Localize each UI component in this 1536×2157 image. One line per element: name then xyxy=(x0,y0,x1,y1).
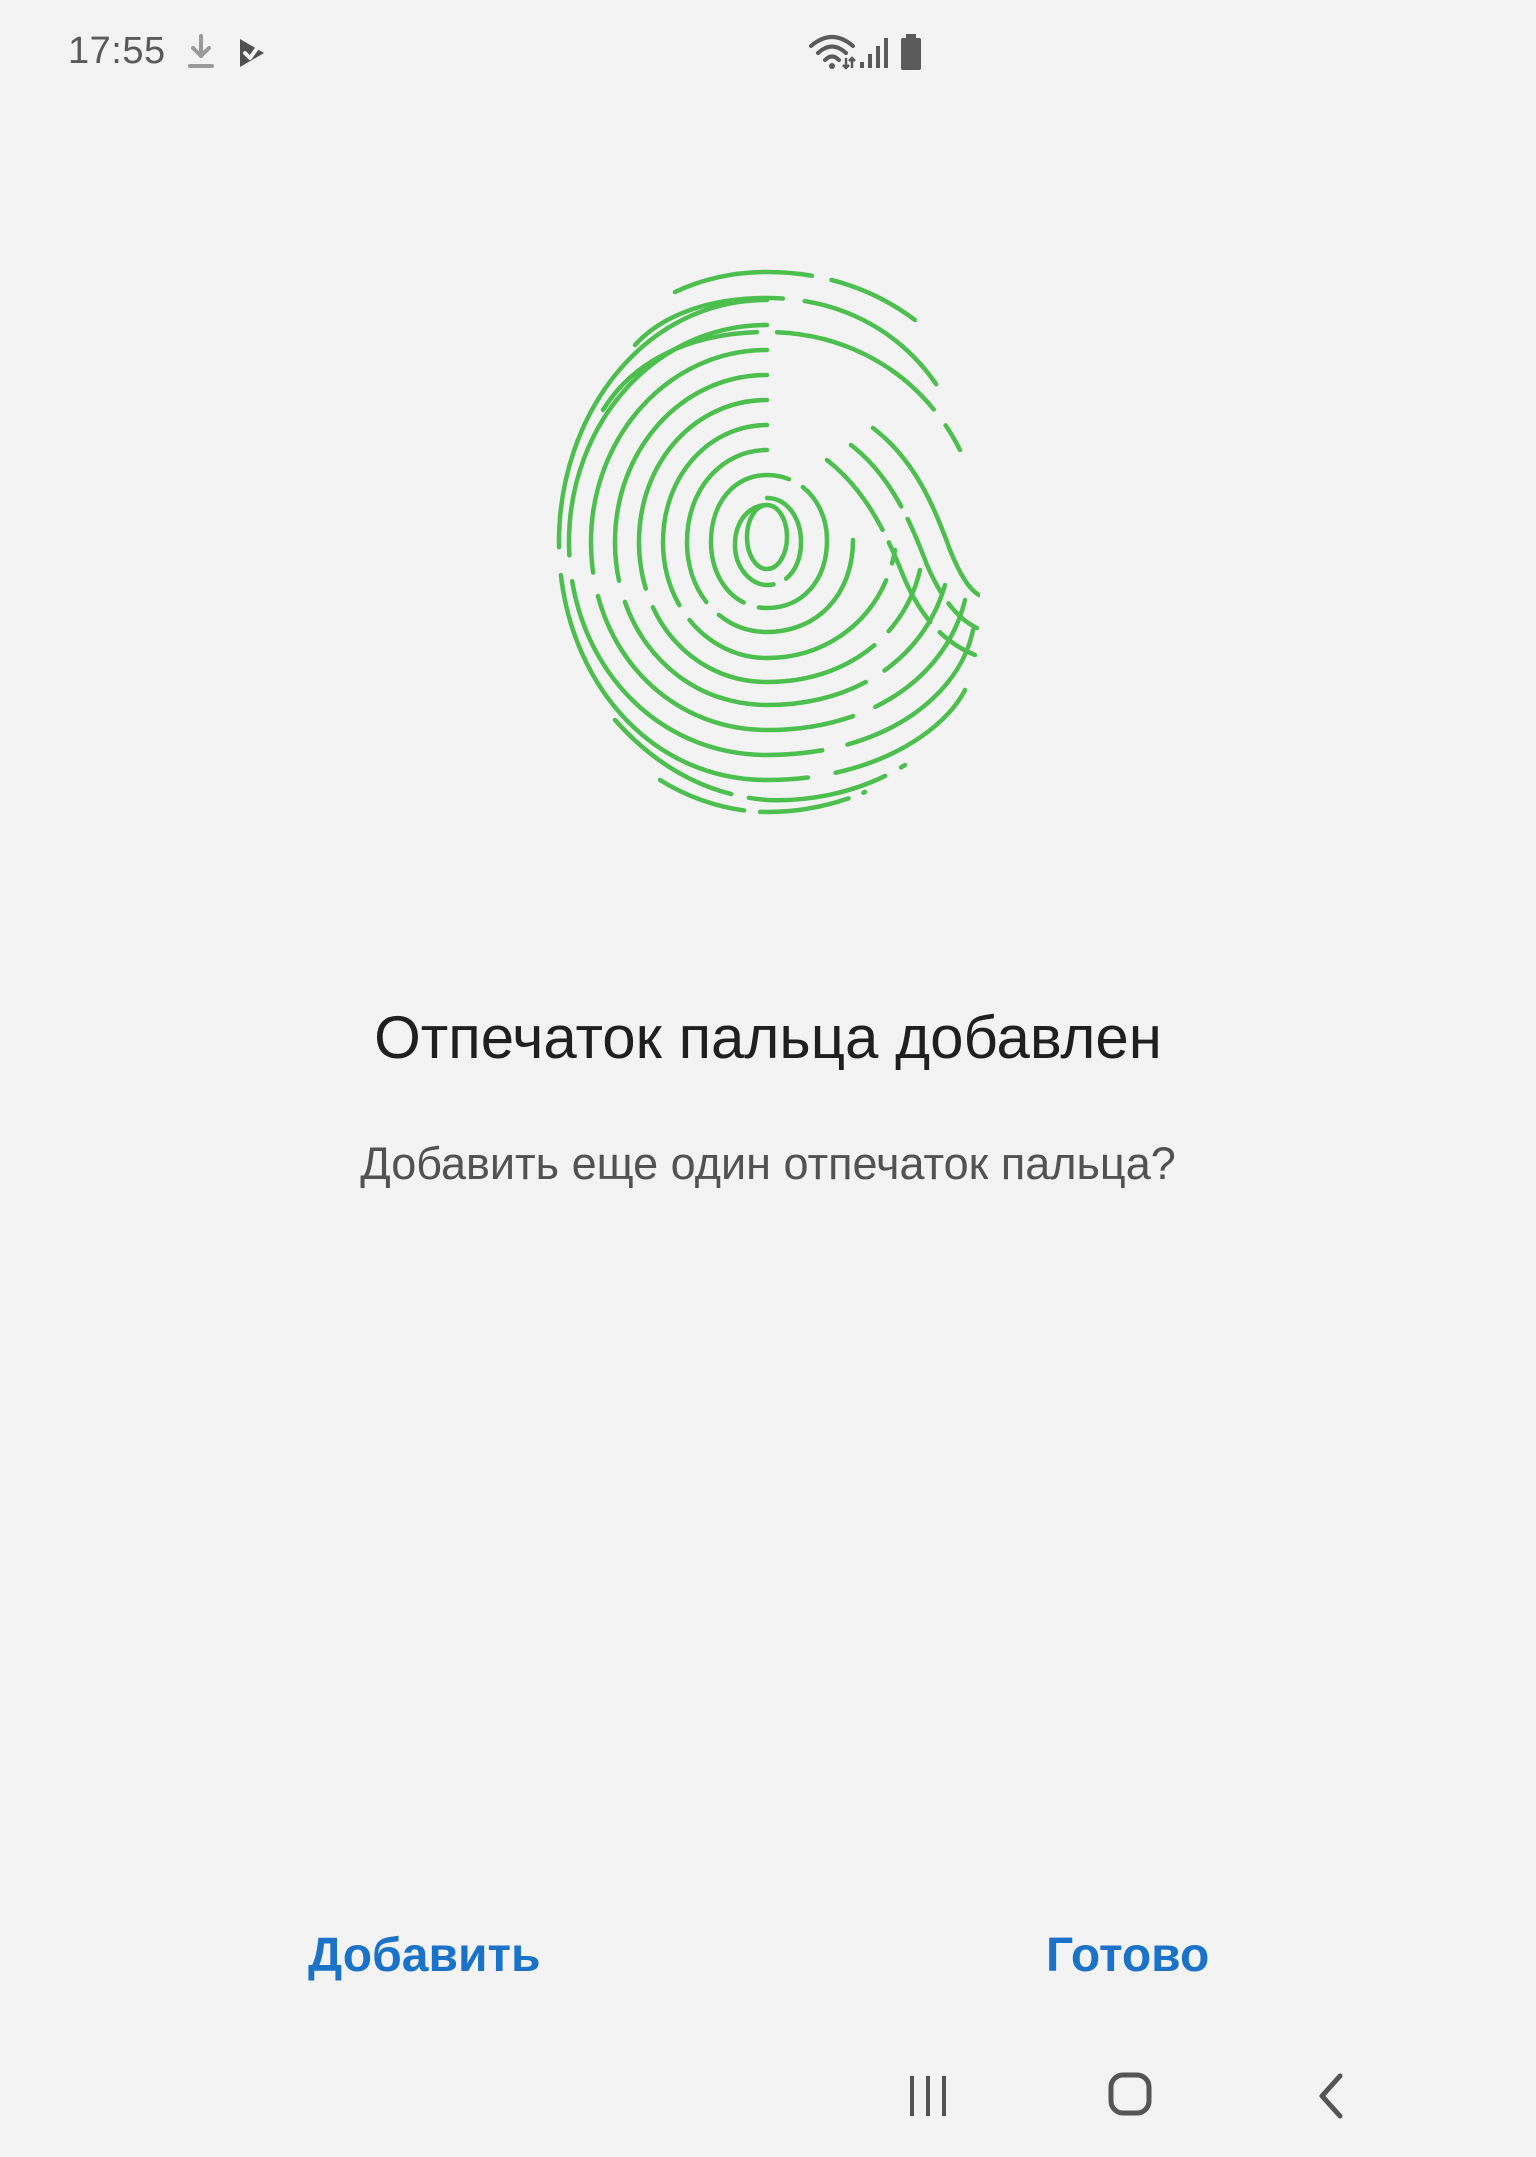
add-button[interactable]: Добавить xyxy=(288,1918,560,1993)
back-button[interactable] xyxy=(1272,2040,1392,2152)
fingerprint-icon xyxy=(556,269,980,815)
home-icon xyxy=(1108,2072,1152,2116)
recent-apps-button[interactable] xyxy=(868,2040,988,2152)
page-title: Отпечаток пальца добавлен xyxy=(374,1004,1162,1071)
home-button[interactable] xyxy=(1070,2040,1190,2152)
navigation-bar xyxy=(0,2040,1536,2152)
back-icon xyxy=(1319,2073,1343,2119)
done-button[interactable]: Готово xyxy=(1026,1918,1229,1993)
page-subtitle: Добавить еще один отпечаток пальца? xyxy=(360,1138,1176,1189)
fingerprint-success-screen: Отпечаток пальца добавлен Добавить еще о… xyxy=(0,0,1536,2152)
recent-apps-icon xyxy=(910,2076,946,2116)
